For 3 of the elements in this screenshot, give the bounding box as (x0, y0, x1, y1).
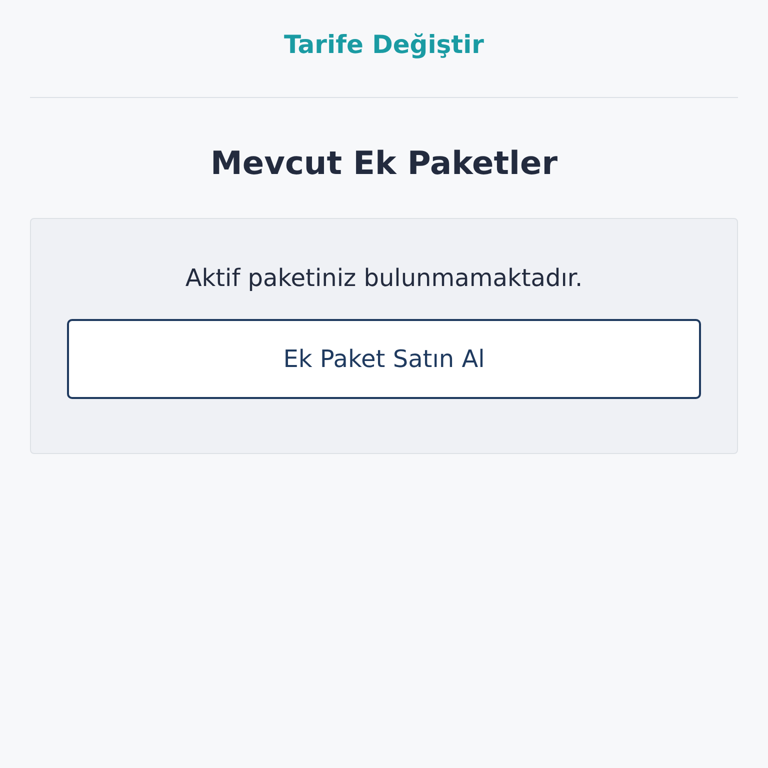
section-title: Mevcut Ek Paketler (210, 143, 558, 184)
buy-package-button[interactable]: Ek Paket Satın Al (67, 319, 701, 399)
empty-message: Aktif paketiniz bulunmamaktadır. (185, 263, 583, 294)
